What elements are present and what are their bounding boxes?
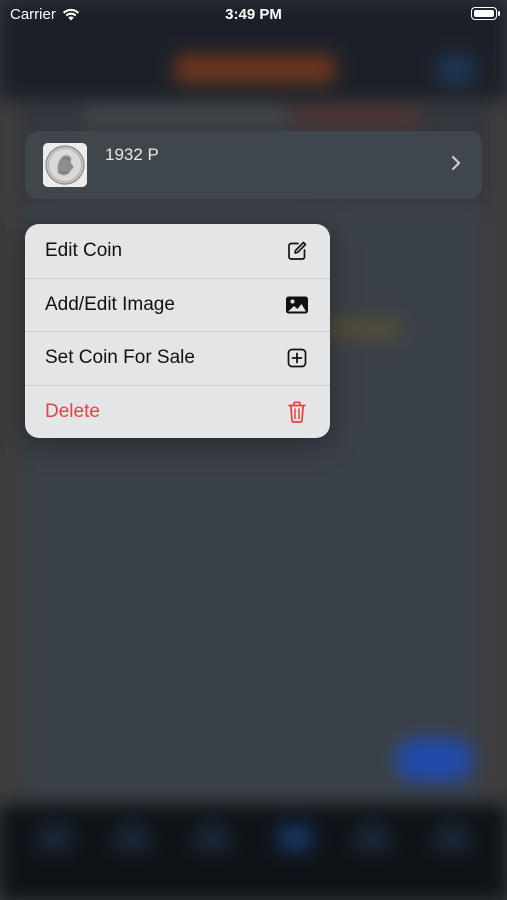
coin-title: 1932 P [105, 145, 159, 164]
context-menu: Edit Coin Add/Edit Image Set Coin For Sa… [25, 224, 330, 438]
trash-icon [284, 399, 310, 425]
coin-preview-row[interactable]: 1932 P [25, 131, 482, 199]
square-pencil-icon [284, 238, 310, 264]
battery-level-fill [474, 10, 494, 17]
menu-item-label: Add/Edit Image [45, 293, 175, 315]
menu-item-delete[interactable]: Delete [25, 384, 330, 439]
status-bar: Carrier 3:49 PM [0, 0, 507, 30]
quarter-coin-image [43, 143, 87, 187]
status-time: 3:49 PM [225, 6, 282, 23]
menu-item-label: Edit Coin [45, 239, 123, 261]
menu-item-set-coin-for-sale[interactable]: Set Coin For Sale [25, 331, 330, 385]
photo-icon [284, 292, 310, 318]
battery-icon [471, 7, 500, 20]
menu-item-add-edit-image[interactable]: Add/Edit Image [25, 277, 330, 332]
coin-thumbnail [43, 143, 87, 187]
menu-item-label: Set Coin For Sale [45, 347, 195, 369]
menu-item-edit-coin[interactable]: Edit Coin [25, 224, 330, 278]
chevron-right-icon[interactable] [445, 152, 467, 174]
menu-item-label: Delete [45, 400, 100, 422]
plus-square-icon [284, 345, 310, 371]
